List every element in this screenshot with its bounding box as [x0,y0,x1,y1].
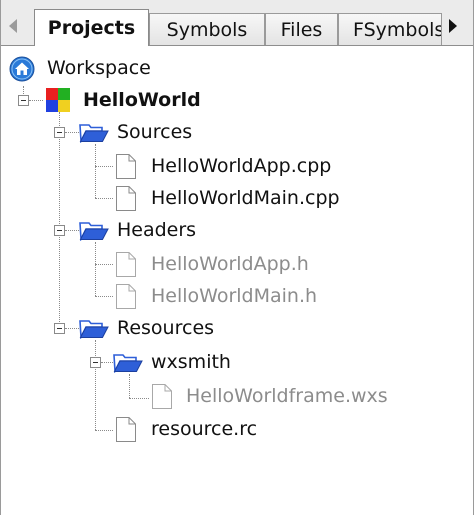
tree-item-sources[interactable]: Sources [1,117,473,147]
tree-item-file[interactable]: HelloWorldMain.cpp [1,183,473,213]
arrow-left-icon [9,19,17,33]
tree-item-resources[interactable]: Resources [1,313,473,343]
tree-item-file[interactable]: HelloWorldApp.h [1,249,473,279]
project-icon [46,88,70,112]
tab-files[interactable]: Files [265,13,338,45]
file-icon [116,252,136,277]
tab-fsymbols[interactable]: FSymbols [338,13,442,45]
folder-open-icon [79,222,109,241]
tree-item-label: HelloWorldframe.wxs [186,385,388,407]
tree-item-file[interactable]: HelloWorldApp.cpp [1,151,473,181]
tree-item-label: wxsmith [151,351,231,373]
tab-symbols[interactable]: Symbols [149,13,265,45]
collapse-toggle[interactable] [54,323,65,334]
folder-open-icon [79,320,109,339]
workspace-home-icon [9,56,35,82]
file-icon [116,284,136,309]
arrow-right-icon [449,19,457,33]
tree-item-wxsmith[interactable]: wxsmith [1,347,473,377]
tree-item-file[interactable]: HelloWorldframe.wxs [1,381,473,411]
project-tree: Workspace HelloWorld Sources HelloWorldA… [1,46,473,515]
tree-item-label: HelloWorldApp.h [151,253,309,275]
scroll-tabs-right-button[interactable] [442,11,464,41]
tree-item-label: resource.rc [151,418,258,440]
collapse-toggle[interactable] [18,95,29,106]
scroll-tabs-left-button[interactable] [2,11,24,41]
folder-open-icon [113,354,143,373]
file-icon [116,154,136,179]
tree-item-label: HelloWorldApp.cpp [151,155,332,177]
collapse-toggle[interactable] [90,357,101,368]
tree-item-label: Resources [117,317,215,339]
folder-open-icon [79,124,109,143]
tree-item-label: Workspace [47,57,151,79]
tree-item-label: HelloWorldMain.h [151,285,318,307]
tab-bar: Projects Symbols Files FSymbols [1,0,473,46]
file-icon [152,384,172,409]
tree-item-label: HelloWorld [83,89,201,111]
tree-item-file[interactable]: resource.rc [1,414,473,444]
tree-item-label: HelloWorldMain.cpp [151,187,340,209]
collapse-toggle[interactable] [54,127,65,138]
tree-item-label: Headers [117,219,197,241]
file-icon [116,186,136,211]
tab-projects[interactable]: Projects [34,9,149,46]
tree-item-workspace[interactable]: Workspace [1,53,473,83]
tree-item-headers[interactable]: Headers [1,215,473,245]
project-manager-panel: Projects Symbols Files FSymbols Workspac… [0,0,474,515]
collapse-toggle[interactable] [54,225,65,236]
tree-item-file[interactable]: HelloWorldMain.h [1,281,473,311]
tree-item-label: Sources [117,121,193,143]
file-icon [116,417,136,442]
tree-item-project[interactable]: HelloWorld [1,85,473,115]
